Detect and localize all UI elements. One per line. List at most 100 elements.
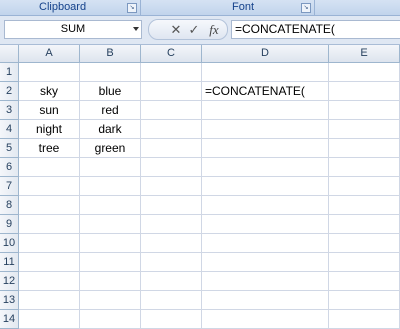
cell-a13[interactable] bbox=[19, 291, 80, 310]
cell-a10[interactable] bbox=[19, 234, 80, 253]
row-header-7[interactable]: 7 bbox=[0, 177, 19, 196]
font-dialog-launcher-icon[interactable]: ↘ bbox=[301, 3, 311, 13]
cell-c10[interactable] bbox=[141, 234, 202, 253]
column-header-b[interactable]: B bbox=[80, 45, 141, 63]
cell-d11[interactable] bbox=[202, 253, 329, 272]
cell-c5[interactable] bbox=[141, 139, 202, 158]
cell-b12[interactable] bbox=[80, 272, 141, 291]
cell-d8[interactable] bbox=[202, 196, 329, 215]
cell-e9[interactable] bbox=[329, 215, 400, 234]
cell-a2[interactable]: sky bbox=[19, 82, 80, 101]
cell-d2[interactable]: =CONCATENATE( bbox=[202, 82, 329, 101]
cell-b13[interactable] bbox=[80, 291, 141, 310]
cancel-icon[interactable]: ✕ bbox=[168, 19, 184, 40]
cell-e2[interactable] bbox=[329, 82, 400, 101]
cell-a8[interactable] bbox=[19, 196, 80, 215]
cell-c1[interactable] bbox=[141, 63, 202, 82]
cell-d10[interactable] bbox=[202, 234, 329, 253]
cell-c13[interactable] bbox=[141, 291, 202, 310]
row-header-6[interactable]: 6 bbox=[0, 158, 19, 177]
ribbon-group-separator bbox=[314, 0, 315, 15]
cell-d4[interactable] bbox=[202, 120, 329, 139]
row-header-8[interactable]: 8 bbox=[0, 196, 19, 215]
select-all-corner[interactable] bbox=[0, 45, 19, 63]
cell-d1[interactable] bbox=[202, 63, 329, 82]
cell-e3[interactable] bbox=[329, 101, 400, 120]
cell-a9[interactable] bbox=[19, 215, 80, 234]
cell-e13[interactable] bbox=[329, 291, 400, 310]
cell-c4[interactable] bbox=[141, 120, 202, 139]
enter-icon[interactable]: ✓ bbox=[186, 19, 202, 40]
row-header-5[interactable]: 5 bbox=[0, 139, 19, 158]
cell-e8[interactable] bbox=[329, 196, 400, 215]
formula-input[interactable]: =CONCATENATE( bbox=[231, 20, 400, 39]
cell-e14[interactable] bbox=[329, 310, 400, 329]
row-header-12[interactable]: 12 bbox=[0, 272, 19, 291]
cell-d3[interactable] bbox=[202, 101, 329, 120]
cell-d7[interactable] bbox=[202, 177, 329, 196]
cell-e6[interactable] bbox=[329, 158, 400, 177]
column-header-e[interactable]: E bbox=[329, 45, 400, 63]
cell-c14[interactable] bbox=[141, 310, 202, 329]
cell-b11[interactable] bbox=[80, 253, 141, 272]
cell-b3[interactable]: red bbox=[80, 101, 141, 120]
cell-c11[interactable] bbox=[141, 253, 202, 272]
clipboard-group-label: Clipboard bbox=[39, 1, 87, 13]
cell-e10[interactable] bbox=[329, 234, 400, 253]
cell-d13[interactable] bbox=[202, 291, 329, 310]
cell-c3[interactable] bbox=[141, 101, 202, 120]
row-header-4[interactable]: 4 bbox=[0, 120, 19, 139]
cell-d5[interactable] bbox=[202, 139, 329, 158]
cell-b8[interactable] bbox=[80, 196, 141, 215]
cell-a14[interactable] bbox=[19, 310, 80, 329]
column-header-c[interactable]: C bbox=[141, 45, 202, 63]
row-header-9[interactable]: 9 bbox=[0, 215, 19, 234]
row-header-14[interactable]: 14 bbox=[0, 310, 19, 329]
cell-a12[interactable] bbox=[19, 272, 80, 291]
cell-b6[interactable] bbox=[80, 158, 141, 177]
cell-a6[interactable] bbox=[19, 158, 80, 177]
cell-a1[interactable] bbox=[19, 63, 80, 82]
insert-function-icon[interactable]: fx bbox=[205, 19, 223, 40]
cell-b10[interactable] bbox=[80, 234, 141, 253]
row-header-1[interactable]: 1 bbox=[0, 63, 19, 82]
clipboard-dialog-launcher-icon[interactable]: ↘ bbox=[127, 3, 137, 13]
cell-c7[interactable] bbox=[141, 177, 202, 196]
cell-b2[interactable]: blue bbox=[80, 82, 141, 101]
cell-b9[interactable] bbox=[80, 215, 141, 234]
cell-d14[interactable] bbox=[202, 310, 329, 329]
cell-d6[interactable] bbox=[202, 158, 329, 177]
cell-c6[interactable] bbox=[141, 158, 202, 177]
cell-a4[interactable]: night bbox=[19, 120, 80, 139]
cell-d12[interactable] bbox=[202, 272, 329, 291]
cell-e5[interactable] bbox=[329, 139, 400, 158]
cell-e4[interactable] bbox=[329, 120, 400, 139]
cell-e11[interactable] bbox=[329, 253, 400, 272]
row-header-11[interactable]: 11 bbox=[0, 253, 19, 272]
row-header-2[interactable]: 2 bbox=[0, 82, 19, 101]
cell-b5[interactable]: green bbox=[80, 139, 141, 158]
row-header-3[interactable]: 3 bbox=[0, 101, 19, 120]
cell-e1[interactable] bbox=[329, 63, 400, 82]
cell-c8[interactable] bbox=[141, 196, 202, 215]
cell-e12[interactable] bbox=[329, 272, 400, 291]
cell-b1[interactable] bbox=[80, 63, 141, 82]
cell-a11[interactable] bbox=[19, 253, 80, 272]
cell-a7[interactable] bbox=[19, 177, 80, 196]
cell-b14[interactable] bbox=[80, 310, 141, 329]
cell-a3[interactable]: sun bbox=[19, 101, 80, 120]
column-header-a[interactable]: A bbox=[19, 45, 80, 63]
row-header-10[interactable]: 10 bbox=[0, 234, 19, 253]
cell-a5[interactable]: tree bbox=[19, 139, 80, 158]
cell-c9[interactable] bbox=[141, 215, 202, 234]
column-header-d[interactable]: D bbox=[202, 45, 329, 63]
cell-c12[interactable] bbox=[141, 272, 202, 291]
cell-d9[interactable] bbox=[202, 215, 329, 234]
row-header-13[interactable]: 13 bbox=[0, 291, 19, 310]
cell-b7[interactable] bbox=[80, 177, 141, 196]
chevron-down-icon[interactable] bbox=[133, 27, 139, 31]
cell-b4[interactable]: dark bbox=[80, 120, 141, 139]
cell-c2[interactable] bbox=[141, 82, 202, 101]
cell-e7[interactable] bbox=[329, 177, 400, 196]
name-box[interactable]: SUM bbox=[4, 20, 142, 39]
